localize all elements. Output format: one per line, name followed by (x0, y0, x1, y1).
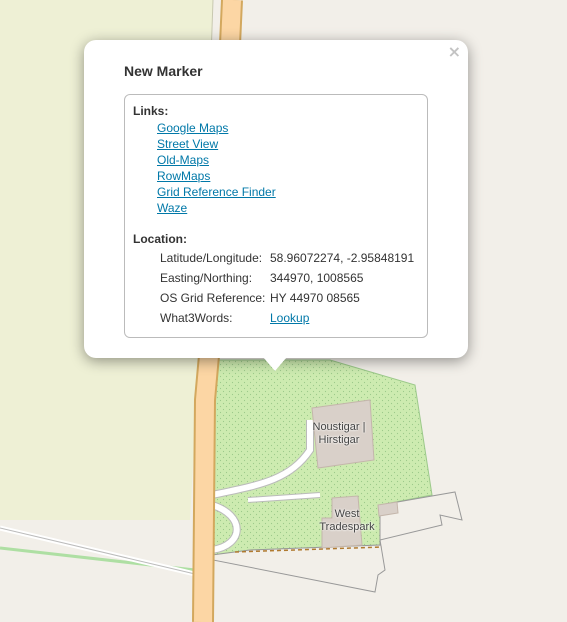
marker-popup: × New Marker Links: Google Maps Street V… (84, 40, 468, 358)
google-maps-link[interactable]: Google Maps (157, 120, 276, 136)
popup-tip (263, 357, 287, 371)
latlng-label: Latitude/Longitude: (160, 251, 263, 265)
links-heading: Links: (133, 104, 169, 118)
location-table: Latitude/Longitude: 58.96072274, -2.95848… (160, 250, 414, 330)
osgrid-row: OS Grid Reference: HY 44970 08565 (160, 290, 414, 310)
w3w-lookup-link[interactable]: Lookup (270, 311, 309, 325)
latlng-row: Latitude/Longitude: 58.96072274, -2.95848… (160, 250, 414, 270)
street-view-link[interactable]: Street View (157, 136, 276, 152)
w3w-row: What3Words: Lookup (160, 310, 414, 330)
easting-label: Easting/Northing: (160, 271, 253, 285)
easting-row: Easting/Northing: 344970, 1008565 (160, 270, 414, 290)
links-list: Google Maps Street View Old-Maps RowMaps… (157, 120, 276, 216)
waze-link[interactable]: Waze (157, 200, 276, 216)
latlng-value: 58.96072274, -2.95848191 (270, 251, 415, 265)
close-button[interactable]: × (448, 43, 461, 61)
popup-title: New Marker (124, 63, 203, 79)
osgrid-value: HY 44970 08565 (270, 291, 360, 305)
rowmaps-link[interactable]: RowMaps (157, 168, 276, 184)
map-label-building1: Noustigar | Hirstigar (312, 421, 366, 446)
grid-reference-finder-link[interactable]: Grid Reference Finder (157, 184, 276, 200)
w3w-label: What3Words: (160, 311, 233, 325)
location-heading: Location: (133, 232, 187, 246)
old-maps-link[interactable]: Old-Maps (157, 152, 276, 168)
map-label-building2: West Tradespark (319, 508, 375, 533)
info-box: Links: Google Maps Street View Old-Maps … (124, 94, 428, 338)
osgrid-label: OS Grid Reference: (160, 291, 266, 305)
easting-value: 344970, 1008565 (270, 271, 364, 285)
